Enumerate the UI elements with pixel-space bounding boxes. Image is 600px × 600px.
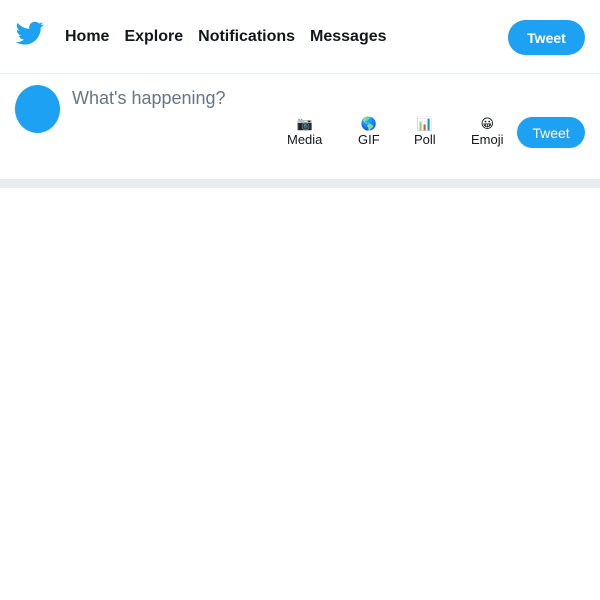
- emoji-tool-button[interactable]: 😀 Emoji: [471, 117, 504, 148]
- user-avatar[interactable]: [15, 85, 60, 133]
- nav-home-link[interactable]: Home: [65, 27, 109, 47]
- gif-tool-label: GIF: [358, 132, 380, 147]
- poll-tool-label: Poll: [414, 132, 436, 147]
- emoji-tool-label: Emoji: [471, 132, 504, 147]
- media-tool-label: Media: [287, 132, 323, 147]
- main-nav: Home Explore Notifications Messages: [65, 27, 387, 47]
- camera-icon: 📷: [296, 116, 313, 131]
- twitter-page: Home Explore Notifications Messages Twee…: [0, 0, 600, 600]
- compose-text-input[interactable]: What's happening?: [72, 88, 226, 109]
- header-tweet-button[interactable]: Tweet: [508, 20, 585, 55]
- top-navigation-bar: Home Explore Notifications Messages Twee…: [0, 0, 600, 74]
- poll-tool-button[interactable]: 📊 Poll: [414, 117, 436, 148]
- smiley-icon: 😀: [480, 116, 495, 131]
- compose-tweet-button[interactable]: Tweet: [517, 117, 585, 148]
- globe-icon: 🌎: [360, 116, 377, 131]
- bar-chart-icon: 📊: [416, 116, 433, 131]
- tweet-composer: What's happening? 📷 Media 🌎 GIF 📊 Poll 😀…: [0, 74, 600, 179]
- media-tool-button[interactable]: 📷 Media: [287, 117, 322, 148]
- section-divider: [0, 179, 600, 188]
- nav-explore-link[interactable]: Explore: [124, 27, 183, 47]
- nav-notifications-link[interactable]: Notifications: [198, 27, 295, 47]
- nav-messages-link[interactable]: Messages: [310, 27, 387, 47]
- gif-tool-button[interactable]: 🌎 GIF: [358, 117, 380, 148]
- twitter-bird-logo-icon[interactable]: [15, 19, 45, 47]
